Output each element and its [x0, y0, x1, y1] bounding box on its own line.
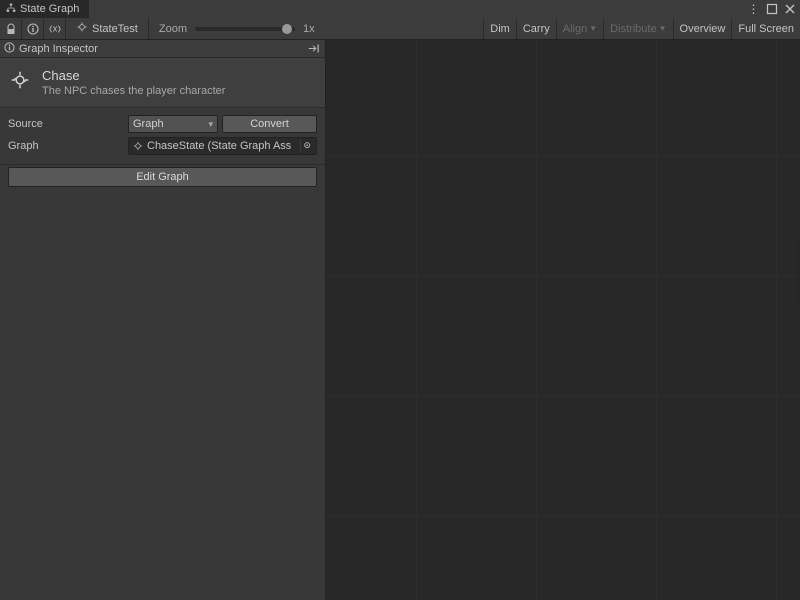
inspector-fields: Source Graph Convert Graph ChaseState (S… — [0, 108, 325, 165]
zoom-value: 1x — [303, 23, 315, 35]
chevron-down-icon: ▼ — [659, 24, 667, 33]
window-title-bar: State Graph ⋮ — [0, 0, 800, 18]
info-icon — [4, 42, 15, 56]
canvas-grid — [326, 40, 800, 600]
inspector-title: Graph Inspector — [19, 43, 98, 55]
carry-button[interactable]: Carry — [516, 19, 556, 39]
variables-button[interactable] — [44, 19, 66, 39]
state-icon — [131, 140, 145, 152]
state-icon — [76, 21, 88, 36]
convert-button[interactable]: Convert — [222, 115, 317, 133]
state-icon — [8, 68, 32, 92]
context-label: StateTest — [92, 23, 138, 35]
window-title: State Graph — [20, 3, 79, 15]
close-icon[interactable] — [784, 3, 796, 15]
zoom-group: Zoom 1x — [149, 23, 325, 35]
inspector-header: Graph Inspector — [0, 40, 325, 58]
object-picker-icon[interactable] — [300, 139, 314, 153]
source-dropdown[interactable]: Graph — [128, 115, 218, 133]
zoom-slider[interactable] — [195, 27, 295, 31]
collapse-panel-button[interactable] — [307, 43, 321, 54]
source-label: Source — [8, 118, 128, 130]
inspector-selected-node: Chase The NPC chases the player characte… — [0, 58, 325, 108]
graph-inspector-panel: Graph Inspector Chase The NPC chases the… — [0, 40, 326, 600]
dim-button[interactable]: Dim — [483, 19, 516, 39]
graph-object-value: ChaseState (State Graph Ass — [147, 140, 291, 152]
window-menu-icon[interactable]: ⋮ — [748, 3, 760, 15]
overview-button[interactable]: Overview — [673, 19, 732, 39]
fullscreen-button[interactable]: Full Screen — [731, 19, 800, 39]
align-button[interactable]: Align▼ — [556, 19, 603, 39]
graph-canvas[interactable]: Chase The NPC chases the player characte… — [326, 40, 800, 600]
lock-button[interactable] — [0, 19, 22, 39]
graph-label: Graph — [8, 140, 128, 152]
node-title: Chase — [42, 68, 225, 83]
sub-toolbar: StateTest Zoom 1x Dim Carry Align▼ Distr… — [0, 18, 800, 40]
maximize-icon[interactable] — [766, 3, 778, 15]
distribute-button[interactable]: Distribute▼ — [603, 19, 672, 39]
chevron-down-icon: ▼ — [589, 24, 597, 33]
graph-object-field[interactable]: ChaseState (State Graph Ass — [128, 137, 317, 155]
edit-graph-button[interactable]: Edit Graph — [8, 167, 317, 187]
zoom-slider-thumb[interactable] — [282, 24, 292, 34]
hierarchy-icon — [6, 3, 16, 16]
window-tab[interactable]: State Graph — [0, 0, 89, 18]
node-description: The NPC chases the player character — [42, 85, 225, 97]
zoom-label: Zoom — [159, 23, 187, 35]
info-button[interactable] — [22, 19, 44, 39]
breadcrumb-context[interactable]: StateTest — [66, 18, 149, 39]
